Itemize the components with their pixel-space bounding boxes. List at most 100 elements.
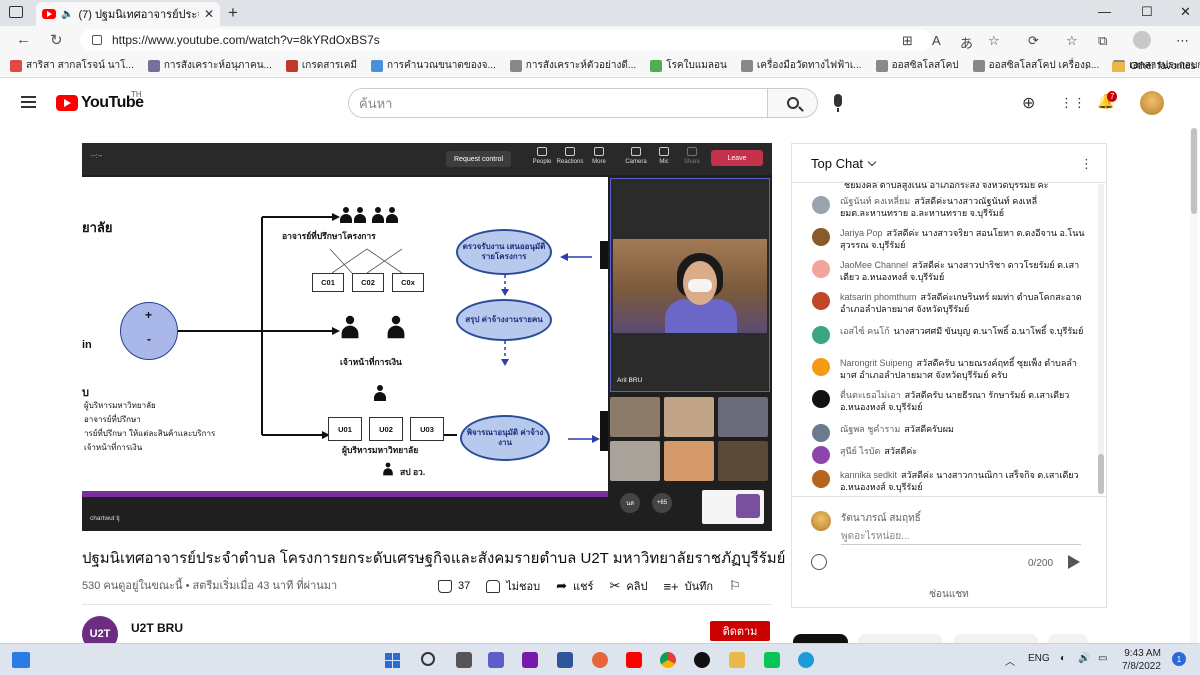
paint-icon[interactable] xyxy=(592,652,608,668)
chat-author-avatar[interactable] xyxy=(812,424,830,442)
new-tab-button[interactable]: + xyxy=(228,3,238,23)
maximize-button[interactable]: ☐ xyxy=(1141,4,1153,20)
chat-author-name[interactable]: Narongrit Suipeng xyxy=(840,358,913,368)
profile-avatar[interactable] xyxy=(1133,31,1151,49)
search-taskbar-icon[interactable] xyxy=(421,652,435,666)
menu-icon[interactable] xyxy=(21,96,36,108)
emoji-icon[interactable] xyxy=(811,554,827,570)
chat-author-name[interactable]: ณัฐพล ชูคำราม xyxy=(840,424,900,434)
chat-message-list[interactable]: ชยมงคล ตำบลสูงเนิน อำเภอกระสัง จังหวัดบุ… xyxy=(792,183,1096,495)
volume-icon[interactable]: 🔊 xyxy=(1078,653,1090,664)
hide-chat-button[interactable]: ซ่อนแชท xyxy=(792,587,1106,602)
widgets-icon[interactable] xyxy=(12,652,30,668)
share-button[interactable]: ➦ แชร์ xyxy=(556,577,593,595)
chat-author-avatar[interactable] xyxy=(812,470,830,488)
create-video-icon[interactable]: ⊕ xyxy=(1022,93,1035,113)
chat-author-name[interactable]: ณัฐนันท์ คงเหลี่ยม xyxy=(840,196,910,206)
bookmark-item[interactable]: การสังเคราะห์ตัวอย่างดี... xyxy=(509,58,636,73)
chat-message[interactable]: ชยมงคล ตำบลสูงเนิน อำเภอกระสัง จังหวัดบุ… xyxy=(812,183,1092,198)
bookmark-item[interactable]: โรคใบแมลอน xyxy=(650,58,727,73)
channel-name[interactable]: U2T BRU xyxy=(131,621,183,635)
bookmark-item[interactable]: ออสซิลโลสโคป เครื่องก... xyxy=(972,58,1099,73)
clip-button[interactable]: ✂ คลิป xyxy=(609,577,647,595)
chat-author-avatar[interactable] xyxy=(812,390,830,408)
lock-icon[interactable] xyxy=(92,35,102,45)
bookmark-item[interactable]: สาริสา สากลโรจน์ นาโ... xyxy=(10,58,134,73)
chat-message[interactable]: สุนีย์ ไรบัด สวัสดีค่ะ xyxy=(812,445,1092,464)
chat-message[interactable]: Narongrit Suipeng สวัสดีครับ นายณรงค์ฤทธิ… xyxy=(812,357,1092,381)
chat-author-avatar[interactable] xyxy=(812,292,830,310)
send-icon[interactable] xyxy=(1068,555,1080,569)
task-view-icon[interactable] xyxy=(456,652,472,668)
tab-close-icon[interactable]: ✕ xyxy=(204,7,214,21)
chat-more-icon[interactable]: ⋮ xyxy=(1080,156,1093,172)
read-aloud-icon[interactable]: A xyxy=(932,33,941,48)
chat-header[interactable]: Top Chat xyxy=(792,144,1106,183)
tab-actions-icon[interactable] xyxy=(9,6,23,18)
dislike-button[interactable]: ไม่ชอบ xyxy=(486,577,540,595)
app-icon[interactable] xyxy=(694,652,710,668)
back-button[interactable]: ← xyxy=(16,31,31,48)
bookmark-item[interactable]: เกรดสารเคมี xyxy=(285,58,357,73)
bookmark-item[interactable]: การคำนวณขนาดของจ... xyxy=(371,58,496,73)
chat-mode-label[interactable]: Top Chat xyxy=(811,156,863,171)
apps-available-icon[interactable]: ⊞ xyxy=(902,33,913,49)
other-favorites[interactable]: Other favorites xyxy=(1112,61,1196,72)
like-button[interactable]: 37 xyxy=(438,579,470,593)
extensions-icon[interactable]: ⟳ xyxy=(1028,33,1039,49)
chat-message[interactable]: ณัฐนันท์ คงเหลี่ยม สวัสดีค่ะนางสาวณัฐนันท… xyxy=(812,195,1092,219)
bookmark-item[interactable]: การสังเคราะห์อนุภาคน... xyxy=(147,58,272,73)
page-scroll-thumb[interactable] xyxy=(1191,128,1197,214)
chat-message[interactable]: ณัฐพล ชูคำราม สวัสดีครับผม xyxy=(812,423,1092,442)
voice-search-icon[interactable] xyxy=(834,94,842,112)
chat-author-name[interactable]: Jariya Pop xyxy=(840,228,883,238)
favorites-icon[interactable]: ☆ xyxy=(1066,33,1078,49)
chat-author-avatar[interactable] xyxy=(812,446,830,464)
windows-start-icon[interactable] xyxy=(385,653,400,668)
chat-author-name[interactable]: JaoMee Channel xyxy=(840,260,908,270)
search-button[interactable] xyxy=(768,88,818,118)
apps-grid-icon[interactable]: ⋮⋮ xyxy=(1060,95,1086,111)
edge-icon[interactable] xyxy=(798,652,814,668)
chat-author-avatar[interactable] xyxy=(812,326,830,344)
chat-author-name[interactable]: kannika sedkit xyxy=(840,470,897,480)
save-button[interactable]: ≡+ บันทึก xyxy=(663,577,713,595)
language-indicator[interactable]: ENG xyxy=(1028,653,1050,664)
video-player[interactable]: --:-- Request control People Reactions M… xyxy=(82,143,772,531)
notification-badge[interactable]: 1 xyxy=(1172,652,1186,666)
chat-message[interactable]: kannika sedkit สวัสดีค่ะ นางสาวกานณิกา เส… xyxy=(812,469,1092,493)
chat-author-avatar[interactable] xyxy=(812,228,830,246)
chat-message[interactable]: ตื่นตะเธอไม่เอา สวัสดีครับ นายธีรณา รักษา… xyxy=(812,389,1092,413)
chat-scrollbar[interactable] xyxy=(1098,184,1104,494)
search-input[interactable]: ค้นหา xyxy=(348,88,768,118)
account-avatar[interactable] xyxy=(1140,91,1164,115)
onenote-icon[interactable] xyxy=(522,652,538,668)
bookmark-item[interactable]: เครื่องมือวัดทางไฟฟ้าเ... xyxy=(740,58,862,73)
chat-author-avatar[interactable] xyxy=(812,260,830,278)
tray-expand-icon[interactable]: ︿ xyxy=(1005,653,1015,668)
file-explorer-icon[interactable] xyxy=(729,652,745,668)
chat-message[interactable]: Jariya Pop สวัสดีค่ะ นางสาวจริยา สอนโยหา … xyxy=(812,227,1092,251)
reload-button[interactable]: ↻ xyxy=(50,31,63,49)
visio-icon[interactable] xyxy=(557,652,573,668)
speaker-icon[interactable]: 🔈 xyxy=(61,9,73,20)
translate-icon[interactable]: あ xyxy=(960,33,973,52)
add-favorite-icon[interactable]: ☆ xyxy=(988,33,1000,49)
browser-tab-active[interactable]: 🔈 (7) ปฐมนิเทศอาจารย์ประจำตำบล ✕ xyxy=(36,2,220,26)
report-button[interactable]: ⚐ xyxy=(729,578,741,594)
line-icon[interactable] xyxy=(764,652,780,668)
chat-author-name[interactable]: เอสไซ์ คนโก้ xyxy=(840,326,890,336)
battery-icon[interactable]: ▭ xyxy=(1098,653,1107,664)
settings-more-icon[interactable]: ⋯ xyxy=(1176,33,1189,49)
clock[interactable]: 9:43 AM 7/8/2022 xyxy=(1122,647,1161,673)
teams-chat-icon[interactable] xyxy=(488,652,504,668)
chat-author-avatar[interactable] xyxy=(812,196,830,214)
chat-message[interactable]: เอสไซ์ คนโก้ นางสาวศศมี ขันบุญ ต.นาโพธิ์ … xyxy=(812,325,1092,344)
url-field[interactable]: https://www.youtube.com/watch?v=8kYRdOxB… xyxy=(80,29,932,51)
chat-input[interactable]: พูดอะไรหน่อย... xyxy=(841,529,1081,545)
chrome-icon[interactable] xyxy=(660,652,676,668)
minimize-button[interactable]: — xyxy=(1098,4,1111,19)
network-icon[interactable]: ◐ xyxy=(1060,653,1066,664)
youtube-taskbar-icon[interactable] xyxy=(626,652,642,668)
url-text[interactable]: https://www.youtube.com/watch?v=8kYRdOxB… xyxy=(112,33,380,47)
